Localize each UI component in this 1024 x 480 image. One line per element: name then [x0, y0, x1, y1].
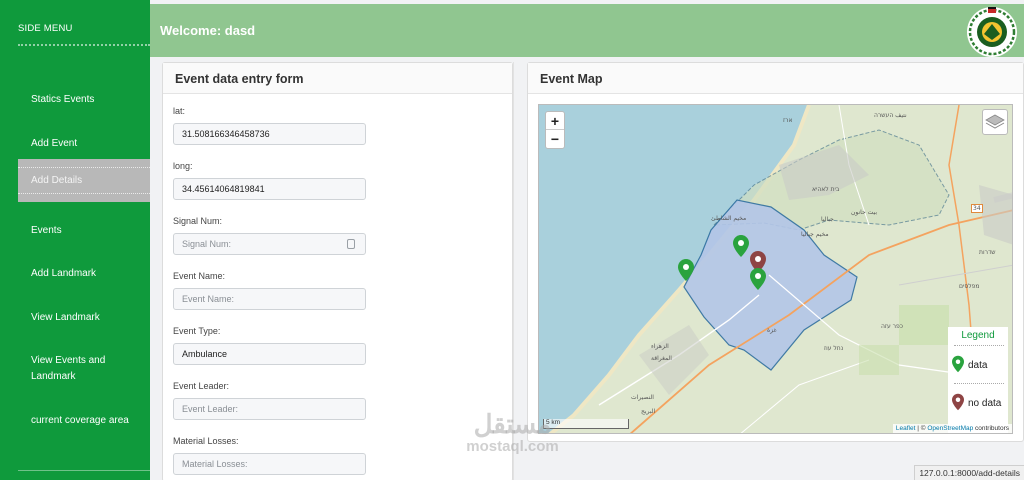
layers-button[interactable] — [982, 109, 1008, 135]
event-type-select[interactable]: Ambulance — [173, 343, 366, 365]
menu-item-view-landmark[interactable]: View Landmark — [18, 310, 150, 326]
svg-text:⋯: ⋯ — [990, 52, 994, 57]
long-input[interactable] — [173, 178, 366, 200]
event-map[interactable]: نتيف העשרה ארז בית לאהיא بيت حانون جبالي… — [538, 104, 1013, 434]
zoom-in-button[interactable]: + — [546, 112, 564, 130]
welcome-text: Welcome: dasd — [160, 23, 256, 38]
legend-divider — [954, 345, 1004, 346]
side-menu-bottom-divider — [18, 470, 150, 471]
attribution-separator: | © — [915, 425, 928, 432]
material-losses-input[interactable] — [173, 453, 366, 475]
top-header: Welcome: dasd ⋯ — [150, 4, 1024, 57]
zoom-out-button[interactable]: − — [546, 130, 564, 148]
place-label: ארז — [783, 117, 793, 124]
menu-item-label: Add Details — [31, 174, 83, 186]
side-menu: SIDE MENU Statics Events Add Event Add D… — [0, 0, 150, 480]
place-label: مخيم الشاطئ — [711, 215, 747, 222]
side-menu-title: SIDE MENU — [18, 23, 73, 34]
leaflet-link[interactable]: Leaflet — [896, 425, 916, 432]
menu-item-events[interactable]: Events — [18, 223, 150, 239]
place-label: المغراقة — [651, 355, 672, 362]
event-leader-input[interactable] — [173, 398, 366, 420]
ministry-seal-logo-icon: ⋯ — [967, 7, 1017, 57]
material-losses-label: Material Losses: — [173, 436, 239, 446]
menu-item-current-coverage-area[interactable]: current coverage area — [18, 413, 150, 429]
road-number-badge: 34 — [971, 204, 983, 213]
data-marker-icon[interactable] — [750, 268, 766, 290]
place-label: בית לאהיא — [812, 186, 840, 193]
lat-input[interactable] — [173, 123, 366, 145]
map-title: Event Map — [528, 63, 1023, 94]
place-label: الزهراء — [651, 343, 669, 350]
status-bar-url: 127.0.0.1:8000/add-details — [914, 465, 1024, 480]
legend-data-label: data — [968, 360, 988, 371]
lat-label: lat: — [173, 106, 186, 116]
data-legend-marker-icon — [952, 355, 964, 373]
place-label: مخيم جباليا — [801, 231, 829, 238]
menu-item-add-event[interactable]: Add Event — [18, 136, 150, 152]
map-place-labels: نتيف העשרה ארז בית לאהיא بيت حانون جبالي… — [539, 105, 1012, 433]
data-marker-icon[interactable] — [733, 235, 749, 257]
legend-no-data-label: no data — [968, 398, 1002, 409]
long-label: long: — [173, 161, 193, 171]
menu-item-view-events-and-landmark[interactable]: View Events and Landmark — [18, 353, 128, 385]
menu-item-statics-events[interactable]: Statics Events — [18, 92, 150, 108]
place-label: جباليا — [821, 216, 834, 223]
map-attribution: Leaflet | © OpenStreetMap contributors — [892, 424, 1012, 433]
event-map-card: Event Map نتيف העשרה ארז בית לאהיא بيت ح… — [527, 62, 1024, 442]
signal-num-label: Signal Num: — [173, 216, 223, 226]
event-name-label: Event Name: — [173, 271, 226, 281]
osm-link[interactable]: OpenStreetMap — [927, 425, 973, 432]
map-legend: Legend data no data — [948, 327, 1008, 433]
place-label: שדרות — [979, 249, 996, 256]
zoom-control: + − — [545, 111, 565, 149]
place-label: נחל עוז — [824, 345, 844, 352]
place-label: نتيف העשרה — [874, 112, 907, 119]
event-type-value: Ambulance — [182, 349, 228, 359]
column-divider — [513, 62, 514, 480]
layers-icon — [985, 114, 1005, 129]
place-label: بيت حانون — [851, 209, 877, 216]
form-title: Event data entry form — [163, 63, 512, 94]
map-scale-bar: 5 km — [543, 419, 629, 429]
place-label: النصيرات — [631, 394, 654, 401]
signal-num-input[interactable] — [173, 233, 366, 255]
place-label: כפר עזה — [881, 323, 903, 330]
place-label: البريج — [641, 408, 656, 415]
menu-item-add-landmark[interactable]: Add Landmark — [18, 266, 150, 282]
event-type-label: Event Type: — [173, 326, 221, 336]
signal-num-wrapper — [163, 233, 378, 255]
number-spinner-icon[interactable] — [347, 239, 355, 249]
menu-item-add-details[interactable]: Add Details — [18, 159, 150, 202]
legend-title: Legend — [961, 330, 995, 341]
event-form-card: Event data entry form lat: long: Signal … — [162, 62, 513, 480]
event-leader-label: Event Leader: — [173, 381, 230, 391]
place-label: غزة — [767, 327, 777, 334]
event-name-input[interactable] — [173, 288, 366, 310]
place-label: מפלסים — [959, 283, 980, 290]
side-menu-divider — [18, 44, 150, 46]
data-marker-icon[interactable] — [678, 259, 694, 281]
app-root: SIDE MENU Statics Events Add Event Add D… — [0, 0, 1024, 480]
legend-divider — [954, 383, 1004, 384]
no-data-legend-marker-icon — [952, 393, 964, 411]
attribution-suffix: contributors — [973, 425, 1009, 432]
